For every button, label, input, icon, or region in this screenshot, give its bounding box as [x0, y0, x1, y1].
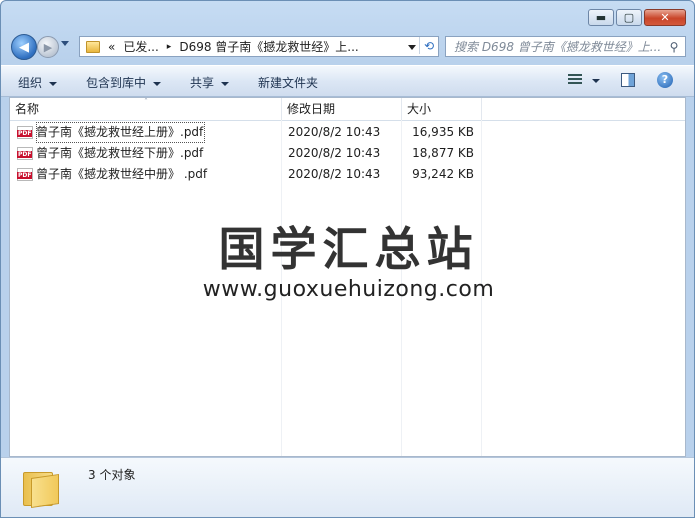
- recent-pages-dropdown[interactable]: [61, 41, 69, 46]
- caption-buttons: ▬ ▢ ✕: [586, 9, 686, 26]
- file-row[interactable]: PDF 曾子南《撼龙救世经下册》.pdf 2020/8/2 10:43 18,8…: [10, 143, 685, 164]
- file-name: 曾子南《撼龙救世经下册》.pdf: [36, 146, 204, 160]
- maximize-button[interactable]: ▢: [616, 9, 642, 26]
- details-pane: 3 个对象: [1, 457, 694, 517]
- include-library-button[interactable]: 包含到库中: [86, 74, 162, 91]
- chevron-down-icon: [221, 81, 230, 86]
- explorer-window: ▬ ▢ ✕ ◀ ▶ « 已发... ▸ D698 曾子南《撼龙救世经》上... …: [0, 0, 695, 518]
- search-input[interactable]: 搜索 D698 曾子南《撼龙救世经》上...: [454, 38, 663, 55]
- help-icon[interactable]: ?: [657, 72, 673, 88]
- back-arrow-icon[interactable]: ◀: [11, 34, 37, 60]
- pdf-file-icon: PDF: [17, 126, 33, 139]
- large-folder-icon: [23, 468, 61, 508]
- share-button[interactable]: 共享: [190, 74, 230, 91]
- new-folder-button[interactable]: 新建文件夹: [258, 74, 318, 91]
- file-date: 2020/8/2 10:43: [288, 125, 381, 139]
- column-size[interactable]: 大小: [402, 98, 482, 120]
- sort-ascending-icon: ˄: [144, 97, 148, 106]
- address-dropdown[interactable]: [408, 45, 416, 50]
- view-list-icon[interactable]: [568, 74, 582, 86]
- file-name: 曾子南《撼龙救世经上册》.pdf: [36, 122, 206, 143]
- chevron-down-icon: [153, 81, 162, 86]
- file-date: 2020/8/2 10:43: [288, 167, 381, 181]
- address-separator[interactable]: ▸: [167, 42, 172, 52]
- watermark-url: www.guoxuehuizong.com: [202, 277, 495, 302]
- file-size: 16,935 KB: [412, 125, 474, 139]
- organize-button[interactable]: 组织: [18, 74, 58, 91]
- address-segment-parent[interactable]: 已发...: [123, 38, 158, 55]
- refresh-icon[interactable]: ⟲: [419, 37, 438, 54]
- address-overflow[interactable]: «: [108, 40, 115, 54]
- view-options-dropdown[interactable]: [592, 79, 600, 83]
- close-button[interactable]: ✕: [644, 9, 686, 26]
- navigation-bar: ◀ ▶ « 已发... ▸ D698 曾子南《撼龙救世经》上... ⟲ 搜索 D…: [9, 33, 686, 60]
- command-bar: 组织 包含到库中 共享 新建文件夹 ?: [1, 65, 694, 97]
- file-row[interactable]: PDF 曾子南《撼龙救世经上册》.pdf 2020/8/2 10:43 16,9…: [10, 122, 685, 143]
- forward-arrow-icon[interactable]: ▶: [37, 36, 59, 58]
- file-name: 曾子南《撼龙救世经中册》 .pdf: [36, 167, 208, 181]
- column-header: 名称 ˄ 修改日期 大小: [10, 98, 685, 121]
- file-date: 2020/8/2 10:43: [288, 146, 381, 160]
- pdf-file-icon: PDF: [17, 147, 33, 160]
- address-bar[interactable]: « 已发... ▸ D698 曾子南《撼龙救世经》上...: [79, 36, 439, 57]
- column-date[interactable]: 修改日期: [282, 98, 402, 120]
- file-row[interactable]: PDF 曾子南《撼龙救世经中册》 .pdf 2020/8/2 10:43 93,…: [10, 164, 685, 185]
- file-size: 18,877 KB: [412, 146, 474, 160]
- chevron-down-icon: [49, 81, 58, 86]
- file-list: 名称 ˄ 修改日期 大小 PDF 曾子南《撼龙救世经上册》.pdf 2020/8…: [9, 97, 686, 457]
- minimize-button[interactable]: ▬: [588, 9, 614, 26]
- file-size: 93,242 KB: [412, 167, 474, 181]
- item-count: 3 个对象: [88, 468, 136, 482]
- search-icon[interactable]: ⚲: [663, 40, 685, 54]
- address-segment-current[interactable]: D698 曾子南《撼龙救世经》上...: [179, 38, 358, 55]
- preview-pane-icon[interactable]: [621, 73, 635, 87]
- watermark-title: 国学汇总站: [218, 222, 479, 276]
- pdf-file-icon: PDF: [17, 168, 33, 181]
- search-box[interactable]: 搜索 D698 曾子南《撼龙救世经》上... ⚲: [445, 36, 686, 57]
- folder-icon: [86, 40, 100, 53]
